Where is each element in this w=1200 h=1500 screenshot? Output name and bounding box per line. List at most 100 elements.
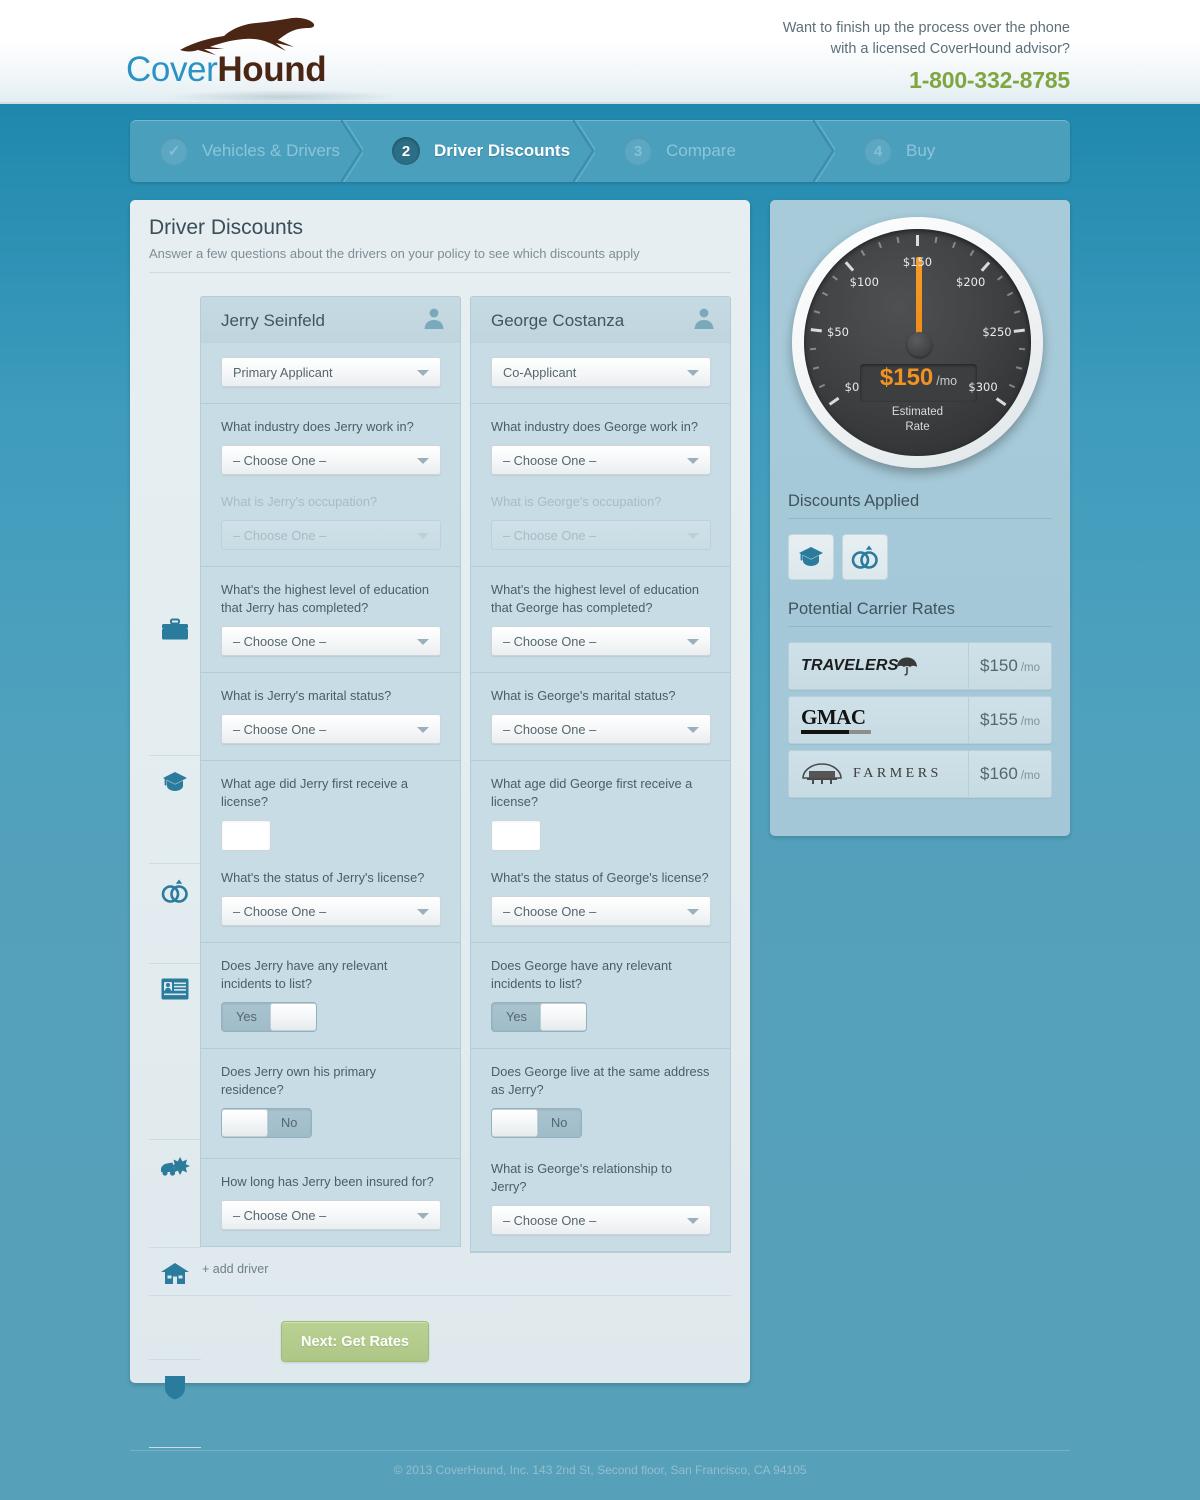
driver-2-row-5-toggle-label: Yes [506, 1009, 527, 1024]
gauge-tick [809, 348, 817, 351]
carrier-2-price: $155/mo [969, 710, 1051, 730]
question-label: What age did Jerry first receive a licen… [221, 776, 409, 809]
chevron-down-icon [687, 458, 699, 464]
driver-2-row-4-select-2-value: – Choose One – [503, 903, 597, 919]
question-label: What is George's marital status? [491, 688, 676, 703]
driver-1-row-6-toggle-label: No [281, 1115, 298, 1130]
driver-1-row-6-toggle[interactable]: No [221, 1108, 313, 1138]
carrier-price-unit: /mo [1020, 770, 1040, 782]
driver-2-row-1-select-1[interactable]: – Choose One – [491, 445, 711, 475]
step-1[interactable]: ✓ Vehicles & Drivers [130, 120, 363, 182]
step-2[interactable]: 2 Driver Discounts [362, 120, 595, 182]
phone-number[interactable]: 1-800-332-8785 [783, 67, 1070, 94]
driver-2-row-1-select-2-value: – Choose One – [503, 527, 597, 543]
discount-badge-education[interactable] [788, 534, 834, 580]
chevron-down-icon [417, 370, 429, 376]
driver-2-row-5-toggle-knob[interactable] [539, 1003, 586, 1031]
carrier-price-value: $160 [980, 764, 1018, 783]
rate-sidebar: $150 /mo Estimated Rate $0 $50 $100 $150 $20… [770, 200, 1070, 836]
step-3[interactable]: 3 Compare [594, 120, 835, 182]
driver-1-row-6: Does Jerry own his primary residence? No [201, 1049, 460, 1159]
car-crash-icon [160, 1154, 190, 1183]
gauge-tick-label: $150 [902, 254, 933, 269]
travelers-umbrella-logo: TRAVELERS [789, 643, 969, 689]
driver-discounts-panel: Driver Discounts Answer a few questions … [130, 200, 750, 1448]
driver-1-row-4-select-2[interactable]: – Choose One – [221, 896, 441, 926]
driver-2-name: George Costanza [491, 310, 625, 330]
driver-2-row-5-toggle[interactable]: Yes [491, 1002, 587, 1032]
driver-2-row-2-select-1[interactable]: – Choose One – [491, 626, 711, 656]
driver-1-row-4: What age did Jerry first receive a licen… [201, 761, 460, 943]
driver-1-row-1-select-2-value: – Choose One – [233, 527, 327, 543]
row-icon-cell-4 [149, 964, 201, 1140]
driver-1-row-4-select-2-value: – Choose One – [233, 903, 327, 919]
question-label-secondary: What is George's occupation? [491, 494, 662, 509]
add-driver-link[interactable]: + add driver [202, 1262, 268, 1276]
gauge-tick [1014, 309, 1021, 314]
driver-2-row-6-toggle-knob[interactable] [492, 1109, 538, 1137]
driver-1-age-input[interactable] [221, 820, 271, 851]
bottom-divider [149, 1295, 731, 1296]
driver-1-role-row: Primary Applicant [201, 343, 460, 404]
gauge-readout: $150 /mo [860, 364, 977, 402]
driver-1-row-1-select-1[interactable]: – Choose One – [221, 445, 441, 475]
logo-hound-text: Hound [217, 50, 327, 89]
step-2-badge: 2 [392, 137, 420, 165]
drivers-grid: Jerry Seinfeld George Costanza Primary Ap… [200, 296, 731, 1253]
wedding-rings-icon [851, 545, 878, 569]
carrier-3-price: $160/mo [969, 764, 1051, 784]
discount-badge-married[interactable] [842, 534, 888, 580]
step-4[interactable]: 4 Buy [834, 120, 1070, 182]
driver-2-row-6-select-2-value: – Choose One – [503, 1212, 597, 1228]
driver-1-row-5-toggle-knob[interactable] [269, 1003, 316, 1031]
chevron-down-icon [687, 727, 699, 733]
driver-1-row-1: What industry does Jerry work in? – Choos… [201, 404, 460, 567]
carrier-rates-title: Potential Carrier Rates [788, 600, 955, 618]
carrier-row-2[interactable]: GMAC $155/mo [788, 696, 1052, 744]
question-label: How long has Jerry been insured for? [221, 1174, 434, 1189]
driver-1-row-5-toggle[interactable]: Yes [221, 1002, 317, 1032]
question-label: What's the highest level of education th… [221, 582, 430, 615]
driver-1-role-select[interactable]: Primary Applicant [221, 357, 441, 387]
chevron-down-icon [417, 1213, 429, 1219]
progress-steps: ✓ Vehicles & Drivers 2 Driver Discounts 3 Com… [130, 120, 1070, 182]
driver-1-name: Jerry Seinfeld [221, 310, 325, 330]
carrier-row-3[interactable]: FARMERS $160/mo [788, 750, 1052, 798]
avatar [422, 306, 446, 335]
driver-1-row-2-select-1[interactable]: – Choose One – [221, 626, 441, 656]
gauge-tick [980, 261, 990, 272]
gauge-tick-label: $100 [849, 274, 879, 289]
gauge-tick-label: $200 [956, 274, 986, 289]
driver-2-row-1-select-2: – Choose One – [491, 520, 711, 550]
gauge-tick [996, 275, 1003, 281]
carrier-row-1[interactable]: TRAVELERS $150/mo [788, 642, 1052, 690]
chevron-down-icon [687, 370, 699, 376]
gauge-tick [1015, 366, 1022, 370]
driver-1-row-2-select-1-value: – Choose One – [233, 633, 327, 649]
estimated-rate-gauge: $150 /mo Estimated Rate $0 $50 $100 $150 $20… [792, 217, 1048, 473]
driver-2-age-input[interactable] [491, 820, 541, 851]
driver-2-row-3-select-1[interactable]: – Choose One – [491, 714, 711, 744]
driver-2-role-select-value: Co-Applicant [503, 364, 577, 380]
next-get-rates-button[interactable]: Next: Get Rates [281, 1321, 429, 1362]
driver-1-row-6-toggle-knob[interactable] [222, 1109, 268, 1137]
step-2-label: Driver Discounts [434, 141, 571, 160]
page-subtitle: Answer a few questions about the drivers… [149, 246, 640, 261]
gauge-caption-line-2: Rate [905, 421, 930, 433]
driver-2-row-4-select-2[interactable]: – Choose One – [491, 896, 711, 926]
row-icon-gutter [149, 400, 201, 1460]
gauge-tick [845, 261, 855, 272]
driver-header-row: Jerry Seinfeld George Costanza [200, 296, 731, 344]
gauge-tick [916, 235, 919, 246]
driver-1-row-7-select-1[interactable]: – Choose One – [221, 1200, 441, 1230]
driver-2-row-6-select-2[interactable]: – Choose One – [491, 1205, 711, 1235]
gmac-logo: GMAC [789, 697, 969, 743]
driver-1-row-3-select-1[interactable]: – Choose One – [221, 714, 441, 744]
driver-2-role-select[interactable]: Co-Applicant [491, 357, 711, 387]
coverhound-logo[interactable]: CoverHound [126, 14, 466, 104]
question-label: What age did George first receive a lice… [491, 776, 693, 809]
driver-2-row-6-toggle[interactable]: No [491, 1108, 583, 1138]
carrier-1-price: $150/mo [969, 656, 1051, 676]
driver-1-row-5-toggle-label: Yes [236, 1009, 257, 1024]
id-card-icon [161, 978, 189, 1005]
